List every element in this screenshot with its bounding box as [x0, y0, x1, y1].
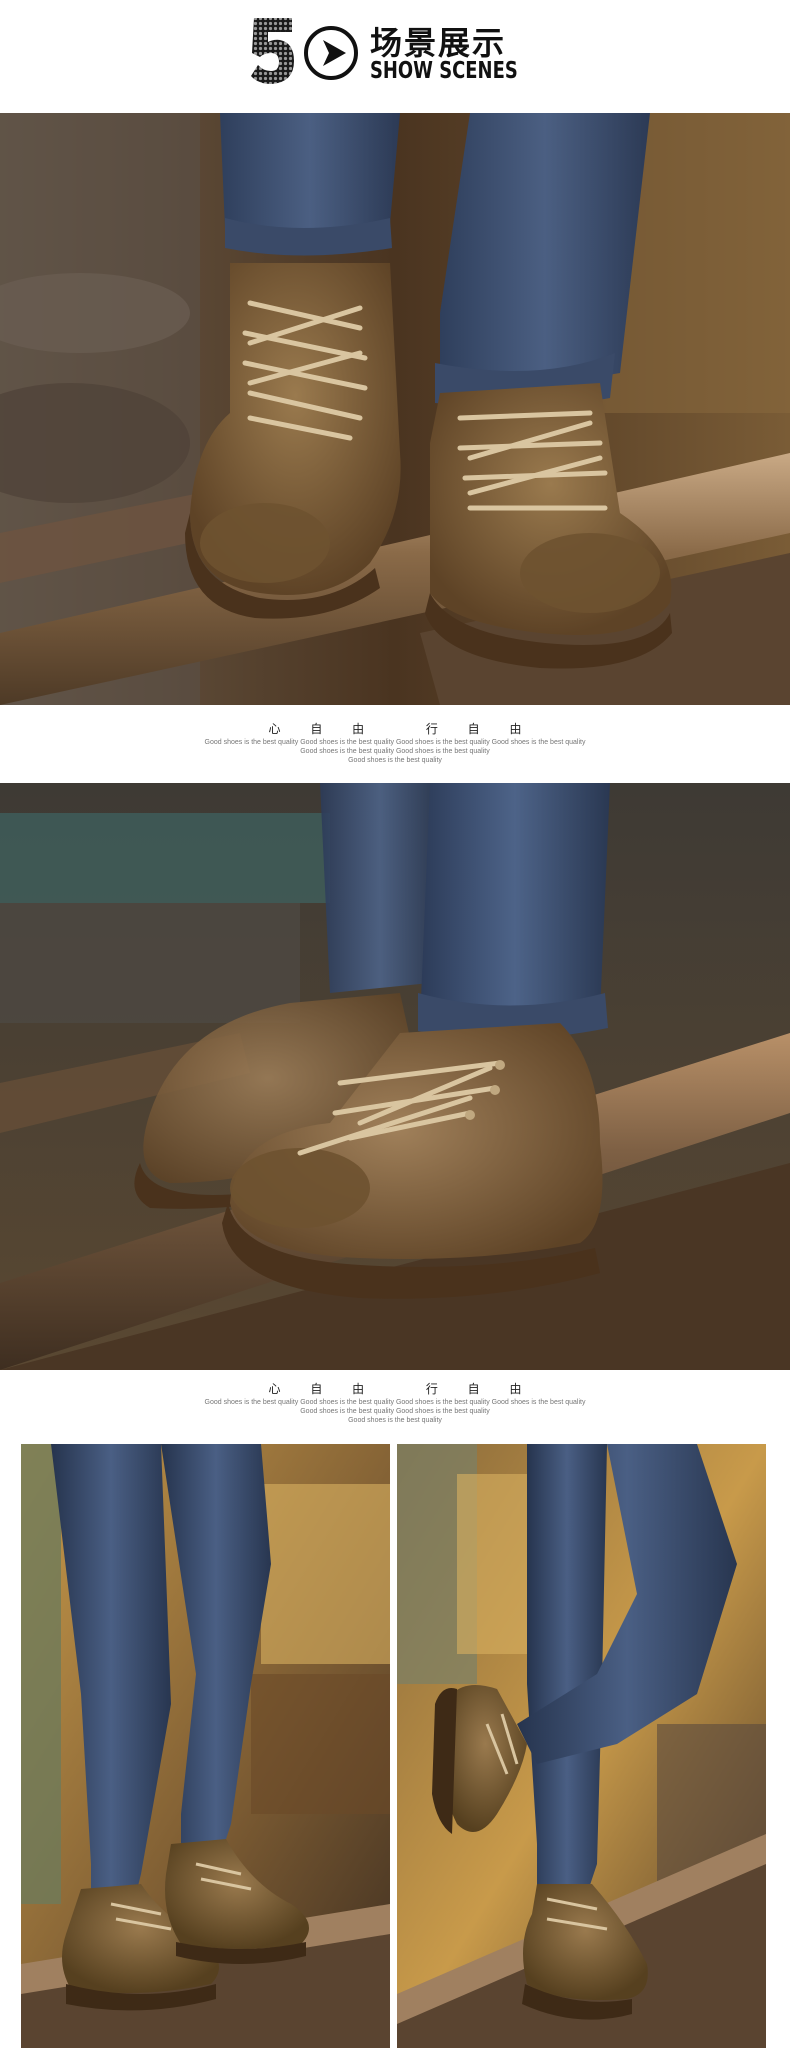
caption-heading: 心 自 由 行 自 由 — [0, 1380, 790, 1398]
caption-word: 行 — [425, 722, 438, 736]
caption-line: Good shoes is the best quality Good shoe… — [204, 739, 586, 746]
caption-heading: 心 自 由 行 自 由 — [0, 720, 790, 738]
scene-photo-4 — [397, 1444, 766, 2048]
caption-word: 由 — [352, 1382, 365, 1396]
caption-line: Good shoes is the best quality Good shoe… — [300, 748, 490, 755]
caption-word: 由 — [352, 722, 365, 736]
caption-line: Good shoes is the best quality Good shoe… — [300, 1408, 490, 1415]
caption-word: 心 — [268, 1382, 281, 1396]
caption-line: Good shoes is the best quality — [348, 1417, 442, 1424]
caption-block-1: 心 自 由 行 自 由 Good shoes is the best quali… — [0, 720, 790, 765]
section-number-graphic: 5 — [248, 16, 298, 86]
caption-word: 行 — [425, 1382, 438, 1396]
caption-line: Good shoes is the best quality — [348, 757, 442, 764]
caption-word: 自 — [467, 722, 480, 736]
scene-photo-2 — [0, 783, 790, 1370]
caption-word: 由 — [509, 722, 522, 736]
caption-word: 自 — [310, 722, 323, 736]
caption-block-2: 心 自 由 行 自 由 Good shoes is the best quali… — [0, 1380, 790, 1425]
section-header: 5 场景展示 SHOW SCENES — [0, 0, 790, 113]
caption-line: Good shoes is the best quality Good shoe… — [204, 1399, 586, 1406]
caption-word: 由 — [509, 1382, 522, 1396]
scene-photo-1 — [0, 113, 790, 705]
caption-word: 心 — [268, 722, 281, 736]
caption-word: 自 — [310, 1382, 323, 1396]
caption-word: 自 — [467, 1382, 480, 1396]
section-title-en: SHOW SCENES — [370, 58, 518, 84]
scene-photo-3 — [21, 1444, 390, 2048]
play-circle-icon — [302, 24, 360, 82]
